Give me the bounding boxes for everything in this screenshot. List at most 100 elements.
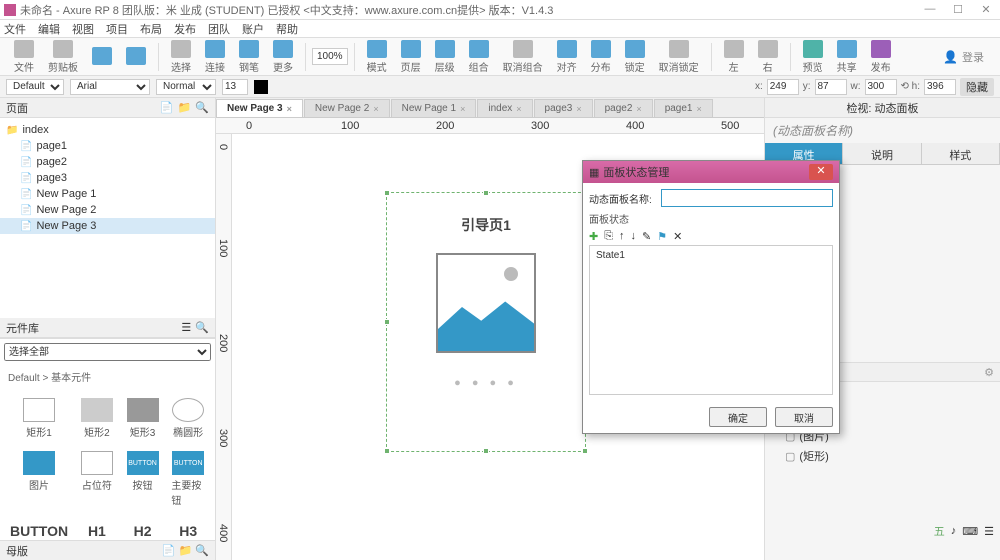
tool-页层[interactable]: 页层 bbox=[395, 40, 427, 74]
tab-close-icon[interactable]: × bbox=[516, 104, 521, 114]
widget-二级标题[interactable]: H2二级标题 bbox=[122, 515, 164, 540]
widget-矩形1[interactable]: 矩形1 bbox=[6, 394, 72, 443]
tab-page2[interactable]: page2 × bbox=[594, 99, 653, 117]
widget-椭圆形[interactable]: 椭圆形 bbox=[167, 394, 209, 443]
tool-取消锁定[interactable]: 取消锁定 bbox=[653, 40, 705, 74]
outline-item[interactable]: (矩形) bbox=[773, 446, 992, 466]
master-search-icon[interactable]: 🔍 bbox=[195, 545, 209, 557]
tab-close-icon[interactable]: × bbox=[460, 104, 465, 114]
tool-发布[interactable]: 发布 bbox=[865, 40, 897, 74]
font-size-input[interactable] bbox=[222, 79, 248, 95]
library-select[interactable]: 选择全部 bbox=[4, 343, 211, 361]
page-node-New Page 3[interactable]: New Page 3 bbox=[0, 218, 215, 234]
tool-文件[interactable]: 文件 bbox=[8, 40, 40, 74]
library-search-icon[interactable]: 🔍 bbox=[195, 321, 209, 334]
add-page-icon[interactable]: 📄 bbox=[160, 101, 174, 114]
page-node-New Page 2[interactable]: New Page 2 bbox=[0, 202, 215, 218]
dynamic-panel-selection[interactable]: 引导页1 ● ● ● ● bbox=[386, 192, 586, 452]
w-input[interactable] bbox=[865, 79, 897, 95]
page-node-page1[interactable]: page1 bbox=[0, 138, 215, 154]
move-up-icon[interactable]: ↑ bbox=[619, 230, 625, 243]
flag-icon[interactable]: ⚑ bbox=[657, 230, 667, 243]
inspector-tab-样式[interactable]: 样式 bbox=[922, 143, 1000, 164]
state-item[interactable]: State1 bbox=[592, 248, 830, 263]
tab-close-icon[interactable]: × bbox=[636, 104, 641, 114]
resize-handle-w[interactable] bbox=[384, 319, 390, 325]
master-add-icon[interactable]: 📄 bbox=[162, 545, 176, 557]
menu-账户[interactable]: 账户 bbox=[242, 21, 264, 37]
minimize-icon[interactable]: — bbox=[920, 3, 940, 16]
widget-矩形2[interactable]: 矩形2 bbox=[76, 394, 118, 443]
tool-组合[interactable]: 组合 bbox=[463, 40, 495, 74]
status-icon-2[interactable]: ⌨ bbox=[962, 525, 978, 538]
maximize-icon[interactable]: ☐ bbox=[948, 3, 968, 16]
font-family-select[interactable]: Arial bbox=[70, 79, 150, 95]
page-node-New Page 1[interactable]: New Page 1 bbox=[0, 186, 215, 202]
delete-state-icon[interactable]: ✕ bbox=[673, 230, 682, 243]
tool-2[interactable] bbox=[86, 47, 118, 66]
widget-按钮[interactable]: BUTTON按钮 bbox=[122, 447, 164, 511]
page-node-page3[interactable]: page3 bbox=[0, 170, 215, 186]
status-icon-3[interactable]: ☰ bbox=[984, 525, 994, 538]
tool-左[interactable]: 左 bbox=[718, 40, 750, 74]
tab-New Page 1[interactable]: New Page 1 × bbox=[391, 99, 477, 117]
widget-三级标题[interactable]: H3三级标题 bbox=[167, 515, 209, 540]
hide-button[interactable]: 隐藏 bbox=[960, 78, 994, 96]
dialog-titlebar[interactable]: ▦ 面板状态管理 ✕ bbox=[583, 161, 839, 183]
tool-锁定[interactable]: 锁定 bbox=[619, 40, 651, 74]
font-style-select[interactable]: Normal bbox=[156, 79, 216, 95]
style-select[interactable]: Default bbox=[6, 79, 64, 95]
cancel-button[interactable]: 取消 bbox=[775, 407, 833, 427]
widget-链接按钮[interactable]: BUTTON链接按钮 bbox=[6, 515, 72, 540]
tool-分布[interactable]: 分布 bbox=[585, 40, 617, 74]
outline-filter-icon[interactable]: ⚙ bbox=[984, 366, 994, 379]
page-node-index[interactable]: index bbox=[0, 122, 215, 138]
widget-占位符[interactable]: 占位符 bbox=[76, 447, 118, 511]
tool-层级[interactable]: 层级 bbox=[429, 40, 461, 74]
tab-New Page 3[interactable]: New Page 3 × bbox=[216, 99, 303, 117]
search-icon[interactable]: 🔍 bbox=[195, 101, 209, 114]
tool-选择[interactable]: 选择 bbox=[165, 40, 197, 74]
panel-name-input[interactable] bbox=[661, 189, 833, 207]
widget-一级标题[interactable]: H1一级标题 bbox=[76, 515, 118, 540]
resize-handle-sw[interactable] bbox=[384, 448, 390, 454]
menu-帮助[interactable]: 帮助 bbox=[276, 21, 298, 37]
tab-New Page 2[interactable]: New Page 2 × bbox=[304, 99, 390, 117]
tab-index[interactable]: index × bbox=[477, 99, 532, 117]
tool-对齐[interactable]: 对齐 bbox=[551, 40, 583, 74]
dialog-close-button[interactable]: ✕ bbox=[809, 164, 833, 180]
status-icon[interactable]: ♪ bbox=[951, 525, 957, 537]
widget-矩形3[interactable]: 矩形3 bbox=[122, 394, 164, 443]
edit-state-icon[interactable]: ✎ bbox=[642, 230, 651, 243]
menu-视图[interactable]: 视图 bbox=[72, 21, 94, 37]
tool-右[interactable]: 右 bbox=[752, 40, 784, 74]
tool-剪贴板[interactable]: 剪贴板 bbox=[42, 40, 84, 74]
tab-close-icon[interactable]: × bbox=[576, 104, 581, 114]
menu-文件[interactable]: 文件 bbox=[4, 21, 26, 37]
tool-预览[interactable]: 预览 bbox=[797, 40, 829, 74]
ok-button[interactable]: 确定 bbox=[709, 407, 767, 427]
tool-更多[interactable]: 更多 bbox=[267, 40, 299, 74]
h-input[interactable] bbox=[924, 79, 956, 95]
move-down-icon[interactable]: ↓ bbox=[631, 230, 637, 243]
tool-共享[interactable]: 共享 bbox=[831, 40, 863, 74]
tab-close-icon[interactable]: × bbox=[287, 104, 292, 114]
tab-close-icon[interactable]: × bbox=[697, 104, 702, 114]
add-folder-icon[interactable]: 📁 bbox=[178, 101, 192, 114]
tool-3[interactable] bbox=[120, 47, 152, 66]
menu-团队[interactable]: 团队 bbox=[208, 21, 230, 37]
x-input[interactable] bbox=[767, 79, 799, 95]
tool-连接[interactable]: 连接 bbox=[199, 40, 231, 74]
state-list[interactable]: State1 bbox=[589, 245, 833, 395]
add-state-icon[interactable]: ✚ bbox=[589, 230, 598, 243]
login-button[interactable]: 登录 bbox=[943, 49, 984, 65]
ime-indicator[interactable]: 五 bbox=[934, 523, 945, 539]
page-node-page2[interactable]: page2 bbox=[0, 154, 215, 170]
menu-项目[interactable]: 项目 bbox=[106, 21, 128, 37]
tab-close-icon[interactable]: × bbox=[373, 104, 378, 114]
tool-模式[interactable]: 模式 bbox=[361, 40, 393, 74]
library-menu-icon[interactable]: ☰ bbox=[181, 321, 191, 334]
inspector-tab-说明[interactable]: 说明 bbox=[843, 143, 921, 164]
zoom-select[interactable]: 100% bbox=[312, 48, 348, 65]
tab-page3[interactable]: page3 × bbox=[534, 99, 593, 117]
